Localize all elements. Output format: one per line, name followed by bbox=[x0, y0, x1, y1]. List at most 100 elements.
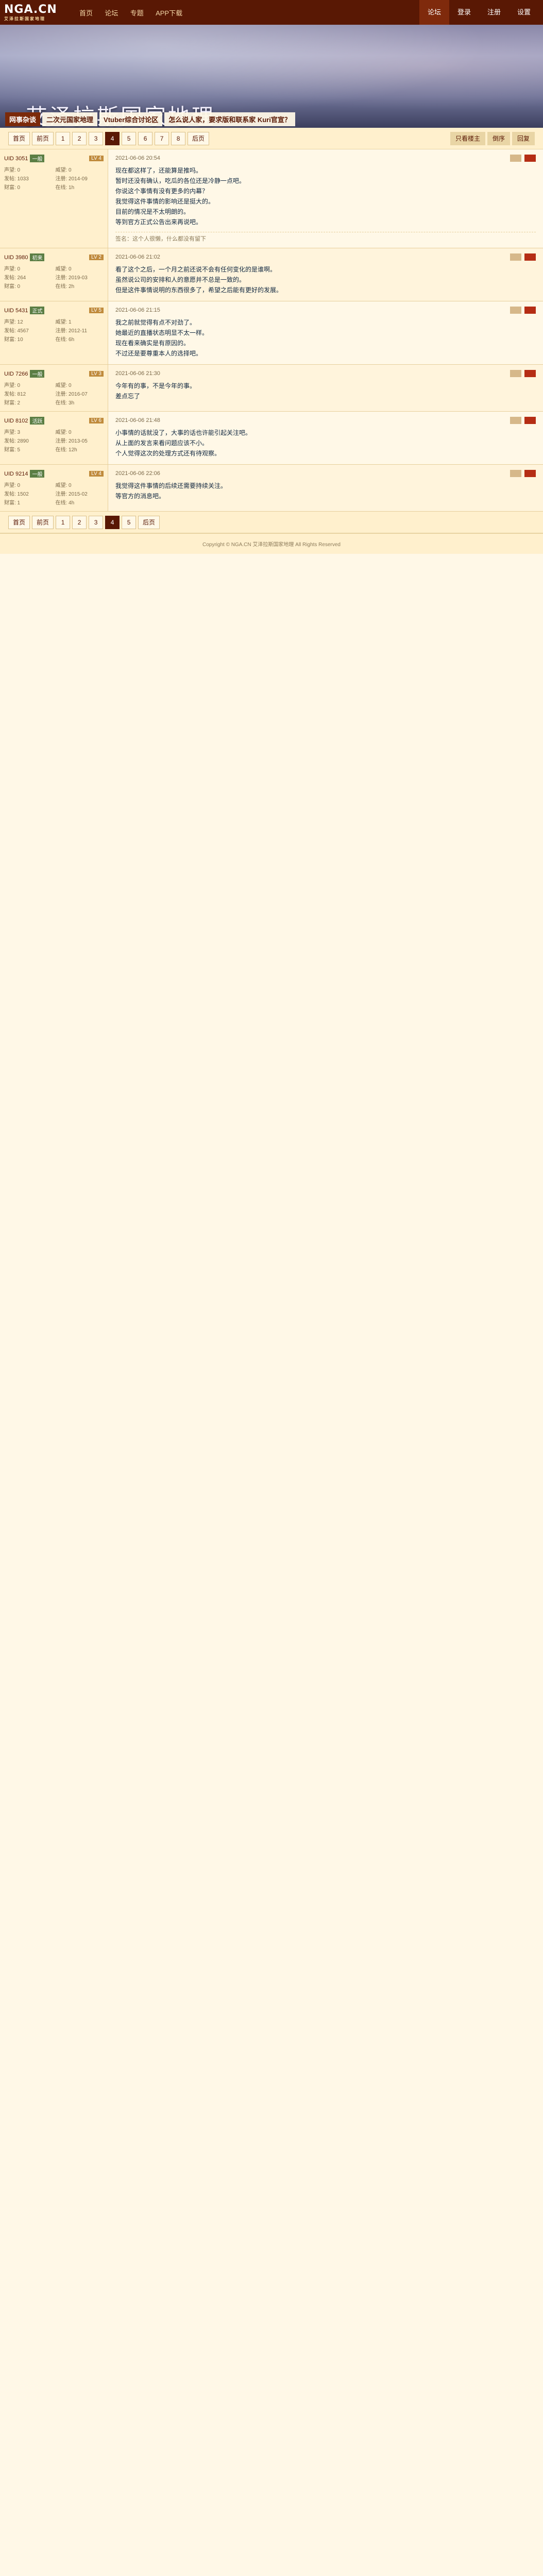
reply-icon[interactable] bbox=[510, 370, 521, 377]
page-current-bottom[interactable]: 4 bbox=[105, 515, 120, 529]
nav-app[interactable]: APP下载 bbox=[150, 9, 188, 17]
author-meta-item: 发帖: 1502 bbox=[4, 492, 29, 497]
forum-banner: 艾泽拉斯国家地理 网事杂谈 二次元国家地理 Vtuber综合讨论区 怎么说人家，… bbox=[0, 25, 543, 128]
author-uid-row: UID 9214 一般 LV 4 bbox=[4, 470, 104, 478]
page-3[interactable]: 3 bbox=[89, 131, 104, 145]
reverse-button[interactable]: 倒序 bbox=[487, 131, 510, 145]
topbar-forum-active[interactable]: 论坛 bbox=[419, 0, 449, 25]
author-uid[interactable]: UID 5431 bbox=[4, 308, 28, 314]
author-meta-item: 财富: 5 bbox=[4, 447, 21, 453]
author-uid[interactable]: UID 3051 bbox=[4, 156, 28, 162]
author-uid[interactable]: UID 7266 bbox=[4, 371, 28, 377]
report-icon[interactable] bbox=[524, 417, 536, 424]
author-meta-item: 财富: 1 bbox=[4, 500, 21, 506]
author-uid[interactable]: UID 3980 bbox=[4, 255, 28, 261]
page-first-bottom[interactable]: 首页 bbox=[8, 515, 30, 529]
page-next-bottom[interactable]: 后页 bbox=[138, 515, 160, 529]
settings-link[interactable]: 设置 bbox=[509, 0, 539, 25]
post-line: 她最近的直播状态明显不太一样。 bbox=[115, 329, 209, 336]
author-meta-item: 威望: 0 bbox=[55, 266, 72, 272]
page-2-bottom[interactable]: 2 bbox=[72, 515, 87, 529]
author-meta-item: 声望: 0 bbox=[4, 383, 21, 388]
breadcrumb-subtitle[interactable]: 怎么说人家，要求版和联系家 Kuri官宣？ bbox=[164, 112, 295, 126]
page-1[interactable]: 1 bbox=[56, 131, 71, 145]
author-meta: 声望: 0 威望: 0 发帖: 812 注册: 2016-07 财富: 2 在线: 3h bbox=[4, 381, 104, 406]
page-current[interactable]: 4 bbox=[105, 131, 120, 145]
author-level: LV 6 bbox=[89, 418, 104, 423]
post-author: UID 3051 一般 LV 4 声望: 0 威望: 0 发帖: 1033 注册: 2014… bbox=[0, 149, 108, 248]
post-author: UID 5431 正式 LV 5 声望: 12 威望: 1 发帖: 4567 注册: 201… bbox=[0, 301, 108, 364]
post-line: 个人觉得这次的处理方式还有待观察。 bbox=[115, 450, 221, 457]
author-uid[interactable]: UID 9214 bbox=[4, 471, 28, 477]
page-8[interactable]: 8 bbox=[171, 131, 186, 145]
reply-icon[interactable] bbox=[510, 155, 521, 162]
author-meta-item: 注册: 2013-05 bbox=[55, 438, 88, 444]
reply-icon[interactable] bbox=[510, 307, 521, 314]
author-level: LV 5 bbox=[89, 308, 104, 313]
report-icon[interactable] bbox=[524, 155, 536, 162]
author-meta-item: 在线: 1h bbox=[55, 185, 75, 191]
post-time: 2021-06-06 21:30 bbox=[115, 370, 160, 377]
report-icon[interactable] bbox=[524, 470, 536, 477]
post-head: 2021-06-06 21:30 bbox=[115, 370, 536, 377]
page-6[interactable]: 6 bbox=[138, 131, 153, 145]
author-uid[interactable]: UID 8102 bbox=[4, 418, 28, 424]
post-line: 暂时还没有确认，吃瓜的各位还是冷静一点吧。 bbox=[115, 177, 246, 184]
post-line: 等到官方正式公告出来再说吧。 bbox=[115, 218, 202, 226]
post-author: UID 3980 初来 LV 2 声望: 0 威望: 0 发帖: 264 注册: 2019-… bbox=[0, 248, 108, 301]
reply-icon[interactable] bbox=[510, 253, 521, 261]
post-content: 小事情的话就没了，大事的话也许能引起关注吧。 从上面的发言来看问题应该不小。 个人觉… bbox=[115, 428, 536, 458]
post-head: 2021-06-06 21:48 bbox=[115, 417, 536, 424]
page-first[interactable]: 首页 bbox=[8, 131, 30, 145]
post-body: 2021-06-06 21:02 看了这个之后，一个月之前还说不会有任何变化的是谁… bbox=[108, 248, 543, 301]
nav-forum[interactable]: 论坛 bbox=[99, 9, 123, 17]
page-7[interactable]: 7 bbox=[155, 131, 169, 145]
post-line: 虽然说公司的安排和人的意愿并不总是一致的。 bbox=[115, 276, 246, 283]
author-meta-item: 声望: 0 bbox=[4, 167, 21, 173]
author-meta-item: 财富: 2 bbox=[4, 400, 21, 406]
reply-button[interactable]: 回复 bbox=[512, 131, 535, 145]
author-meta-item: 注册: 2016-07 bbox=[55, 392, 88, 397]
author-meta-item: 在线: 12h bbox=[55, 447, 77, 453]
topbar: NGA.CN 艾泽拉斯国家地理 首页 论坛 专题 APP下载 论坛 登录 注册 … bbox=[0, 0, 543, 25]
logo-main-text: NGA.CN bbox=[4, 3, 57, 16]
breadcrumb-sub[interactable]: Vtuber综合讨论区 bbox=[99, 112, 163, 126]
author-badge: 一般 bbox=[30, 155, 45, 162]
page-5[interactable]: 5 bbox=[122, 131, 137, 145]
page-2[interactable]: 2 bbox=[72, 131, 87, 145]
post-line: 现在都这样了，还能算是推吗。 bbox=[115, 167, 202, 174]
author-meta: 声望: 0 威望: 0 发帖: 1502 注册: 2015-02 财富: 1 在线: 4h bbox=[4, 481, 104, 506]
page-prev-bottom[interactable]: 前页 bbox=[32, 515, 54, 529]
reply-icon[interactable] bbox=[510, 470, 521, 477]
forum-tag[interactable]: 网事杂谈 bbox=[5, 112, 41, 126]
report-icon[interactable] bbox=[524, 253, 536, 261]
reply-icon[interactable] bbox=[510, 417, 521, 424]
breadcrumb-thread[interactable]: 二次元国家地理 bbox=[42, 112, 98, 126]
register-link[interactable]: 注册 bbox=[479, 0, 509, 25]
forum-post: UID 8102 活跃 LV 6 声望: 3 威望: 0 发帖: 2890 注册: 2013… bbox=[0, 412, 543, 465]
post-signature: 签名：这个人很懒，什么都没有留下 bbox=[115, 232, 536, 243]
only-op-button[interactable]: 只看楼主 bbox=[450, 131, 485, 145]
post-body: 2021-06-06 20:54 现在都这样了，还能算是推吗。 暂时还没有确认，吃瓜… bbox=[108, 149, 543, 248]
author-meta-item: 注册: 2012-11 bbox=[55, 328, 88, 334]
site-logo[interactable]: NGA.CN 艾泽拉斯国家地理 bbox=[4, 2, 71, 23]
page-next[interactable]: 后页 bbox=[188, 131, 210, 145]
page-3-bottom[interactable]: 3 bbox=[89, 515, 104, 529]
login-link[interactable]: 登录 bbox=[449, 0, 479, 25]
author-meta-item: 注册: 2019-03 bbox=[55, 275, 88, 281]
report-icon[interactable] bbox=[524, 307, 536, 314]
topbar-right: 论坛 登录 注册 设置 bbox=[419, 0, 539, 25]
nav-home[interactable]: 首页 bbox=[74, 9, 98, 17]
page-5-bottom[interactable]: 5 bbox=[122, 515, 137, 529]
post-line: 现在看来确实是有原因的。 bbox=[115, 340, 190, 347]
post-line: 差点忘了 bbox=[115, 393, 141, 400]
nav-topics[interactable]: 专题 bbox=[125, 9, 149, 17]
page-prev[interactable]: 前页 bbox=[32, 131, 54, 145]
author-badge: 活跃 bbox=[30, 417, 45, 425]
logo-sub-text: 艾泽拉斯国家地理 bbox=[4, 16, 45, 21]
author-meta-item: 发帖: 2890 bbox=[4, 438, 29, 444]
report-icon[interactable] bbox=[524, 370, 536, 377]
author-meta-item: 财富: 0 bbox=[4, 185, 21, 191]
author-meta-item: 发帖: 4567 bbox=[4, 328, 29, 334]
page-1-bottom[interactable]: 1 bbox=[56, 515, 71, 529]
